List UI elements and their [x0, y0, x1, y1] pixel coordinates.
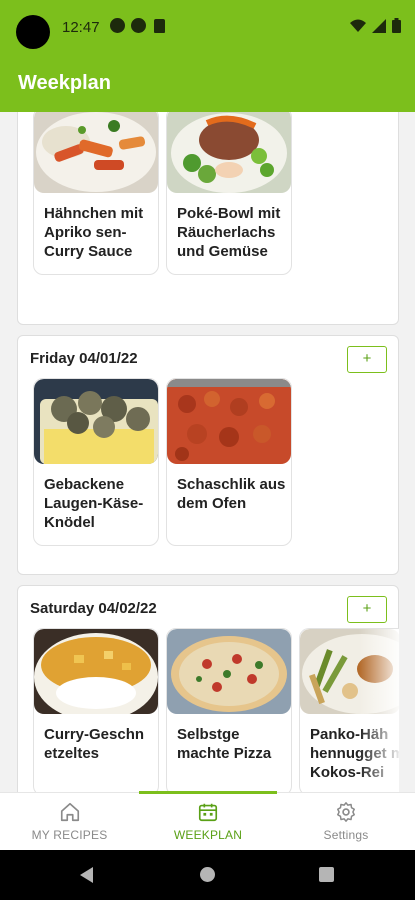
system-status-icons	[350, 18, 401, 33]
recipe-card[interactable]: Poké-Bowl mit Räucherlachs und Gemüse	[166, 112, 292, 275]
nav-label: MY RECIPES	[31, 828, 108, 842]
recipe-image	[34, 379, 158, 464]
weekplan-list[interactable]: Hähnchen mit Apriko sen-Curry Sauce Poké…	[0, 112, 415, 792]
recipe-image	[167, 629, 291, 714]
recipe-name: Curry-Geschn etzeltes	[44, 726, 145, 762]
home-button-icon[interactable]	[200, 867, 215, 882]
notification-app-icon	[131, 18, 146, 33]
recipe-card[interactable]: Selbstge machte Pizza	[166, 628, 292, 792]
nav-label: WEEKPLAN	[173, 828, 243, 842]
home-icon	[60, 802, 79, 822]
nav-weekplan[interactable]: WEEKPLAN	[139, 793, 277, 851]
day-card-thursday: Hähnchen mit Apriko sen-Curry Sauce Poké…	[17, 112, 399, 325]
recipe-name: Poké-Bowl mit Räucherlachs und Gemüse	[177, 205, 281, 260]
nav-settings[interactable]: Settings	[277, 793, 415, 851]
day-card-friday: Friday 04/01/22 + Gebackene Laugen-Käse-…	[17, 335, 399, 575]
sd-card-icon	[154, 19, 165, 33]
signal-icon	[372, 18, 386, 33]
wifi-icon	[350, 19, 366, 32]
system-navigation-bar	[0, 850, 415, 900]
recipe-image	[34, 629, 158, 714]
scroll-fade	[359, 629, 399, 792]
recipe-image	[167, 379, 291, 464]
recipe-image	[167, 112, 291, 193]
day-card-saturday: Saturday 04/02/22 + Curry-Geschn etzelte…	[17, 585, 399, 792]
calendar-icon	[198, 803, 218, 822]
recipe-card[interactable]: Hähnchen mit Apriko sen-Curry Sauce	[33, 112, 159, 275]
recipe-card[interactable]: Panko-Häh hennugget mit Kokos-Rei	[299, 628, 399, 792]
page-title: Weekplan	[18, 72, 111, 94]
status-time: 12:47	[62, 19, 100, 36]
camera-cutout	[16, 15, 50, 49]
back-icon[interactable]	[80, 867, 93, 883]
nav-my-recipes[interactable]: MY RECIPES	[0, 793, 139, 851]
status-bar: 12:47	[0, 0, 415, 55]
battery-icon	[392, 18, 401, 33]
recents-icon[interactable]	[319, 867, 334, 882]
day-title: Friday 04/01/22	[30, 350, 138, 367]
add-recipe-button[interactable]: +	[347, 596, 387, 623]
app-bar: Weekplan	[0, 55, 415, 112]
nav-label: Settings	[323, 828, 369, 842]
day-title: Saturday 04/02/22	[30, 600, 157, 617]
bottom-navigation: MY RECIPES WEEKPLAN Settings	[0, 791, 415, 851]
recipe-name: Schaschlik aus dem Ofen	[177, 476, 286, 512]
recipe-name: Gebackene Laugen-Käse-Knödel	[44, 476, 144, 531]
gear-icon	[337, 802, 355, 822]
recipe-image	[34, 112, 158, 193]
add-recipe-button[interactable]: +	[347, 346, 387, 373]
recipe-card[interactable]: Gebackene Laugen-Käse-Knödel	[33, 378, 159, 546]
recipe-name: Hähnchen mit Apriko sen-Curry Sauce	[44, 205, 144, 260]
recipe-card[interactable]: Curry-Geschn etzeltes	[33, 628, 159, 792]
notification-a-icon	[110, 18, 125, 33]
notification-icons	[110, 18, 165, 33]
recipe-card[interactable]: Schaschlik aus dem Ofen	[166, 378, 292, 546]
recipe-name: Selbstge machte Pizza	[177, 726, 272, 762]
